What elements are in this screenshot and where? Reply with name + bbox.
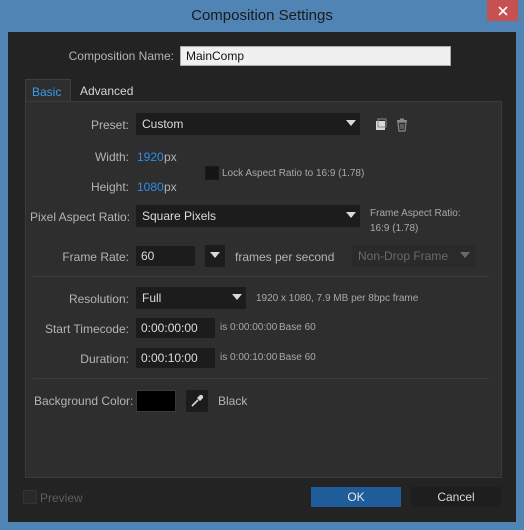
chevron-down-icon	[346, 120, 356, 126]
resolution-value: Full	[142, 291, 162, 305]
trash-icon	[397, 118, 407, 132]
background-color-name: Black	[218, 394, 248, 408]
preview-checkbox[interactable]	[23, 490, 37, 504]
title-bar[interactable]: Composition Settings	[0, 0, 524, 32]
height-value[interactable]: 1080	[137, 180, 164, 194]
close-icon	[497, 5, 508, 16]
start-timecode-input[interactable]: 0:00:00:00	[136, 318, 215, 338]
pixel-aspect-ratio-value: Square Pixels	[142, 209, 217, 223]
start-timecode-base: Base 60	[279, 322, 316, 333]
composition-name-input[interactable]: MainComp	[180, 46, 451, 66]
drop-frame-dropdown[interactable]: Non-Drop Frame	[352, 245, 476, 267]
section-divider	[33, 378, 489, 379]
preset-value: Custom	[142, 117, 184, 131]
eyedropper-icon	[191, 394, 204, 407]
cancel-button[interactable]: Cancel	[411, 487, 501, 507]
frame-rate-unit: frames per second	[235, 250, 335, 264]
background-color-swatch[interactable]	[136, 390, 176, 412]
chevron-down-icon	[210, 252, 220, 258]
width-value[interactable]: 1920	[137, 150, 164, 164]
background-color-label: Background Color:	[34, 394, 134, 408]
save-preset-button[interactable]	[371, 115, 391, 135]
dialog-window: Composition Settings Composition Name: M…	[0, 0, 524, 530]
tab-basic[interactable]: Basic	[25, 79, 71, 102]
resolution-info: 1920 x 1080, 7.9 MB per 8bpc frame	[256, 293, 419, 304]
section-divider	[33, 276, 489, 277]
height-unit: px	[164, 180, 177, 194]
ok-button[interactable]: OK	[311, 487, 401, 507]
frame-rate-presets-dropdown[interactable]	[205, 245, 225, 267]
window-title: Composition Settings	[191, 7, 333, 24]
preset-dropdown[interactable]: Custom	[136, 113, 360, 135]
start-timecode-label: Start Timecode:	[44, 322, 129, 336]
frame-rate-input[interactable]: 60	[136, 246, 195, 266]
frame-aspect-ratio-value: 16:9 (1.78)	[370, 223, 419, 234]
chevron-down-icon	[460, 252, 470, 258]
duration-input[interactable]: 0:00:10:00	[136, 348, 215, 368]
resolution-dropdown[interactable]: Full	[136, 287, 246, 309]
width-unit: px	[164, 150, 177, 164]
chevron-down-icon	[232, 294, 242, 300]
preset-label: Preset:	[90, 118, 129, 132]
composition-name-label: Composition Name:	[68, 49, 174, 63]
chevron-down-icon	[346, 212, 356, 218]
start-timecode-info: is 0:00:00:00	[220, 322, 278, 333]
tab-advanced[interactable]: Advanced	[71, 79, 141, 101]
lock-aspect-label: Lock Aspect Ratio to 16:9 (1.78)	[222, 168, 365, 179]
eyedropper-button[interactable]	[186, 390, 208, 412]
preview-label: Preview	[40, 491, 83, 505]
pixel-aspect-ratio-dropdown[interactable]: Square Pixels	[136, 205, 360, 227]
frame-rate-label: Frame Rate:	[62, 250, 129, 264]
duration-info: is 0:00:10:00	[220, 352, 278, 363]
save-preset-icon	[376, 118, 387, 130]
frame-aspect-ratio-label: Frame Aspect Ratio:	[370, 208, 461, 219]
width-label: Width:	[94, 150, 129, 164]
delete-preset-button[interactable]	[392, 115, 412, 135]
lock-aspect-checkbox[interactable]	[205, 166, 219, 180]
duration-label: Duration:	[80, 352, 129, 366]
drop-frame-value: Non-Drop Frame	[358, 249, 449, 263]
resolution-label: Resolution:	[68, 292, 129, 306]
pixel-aspect-ratio-label: Pixel Aspect Ratio:	[30, 210, 131, 224]
duration-base: Base 60	[279, 352, 316, 363]
height-label: Height:	[90, 180, 129, 194]
close-button[interactable]	[487, 0, 518, 21]
